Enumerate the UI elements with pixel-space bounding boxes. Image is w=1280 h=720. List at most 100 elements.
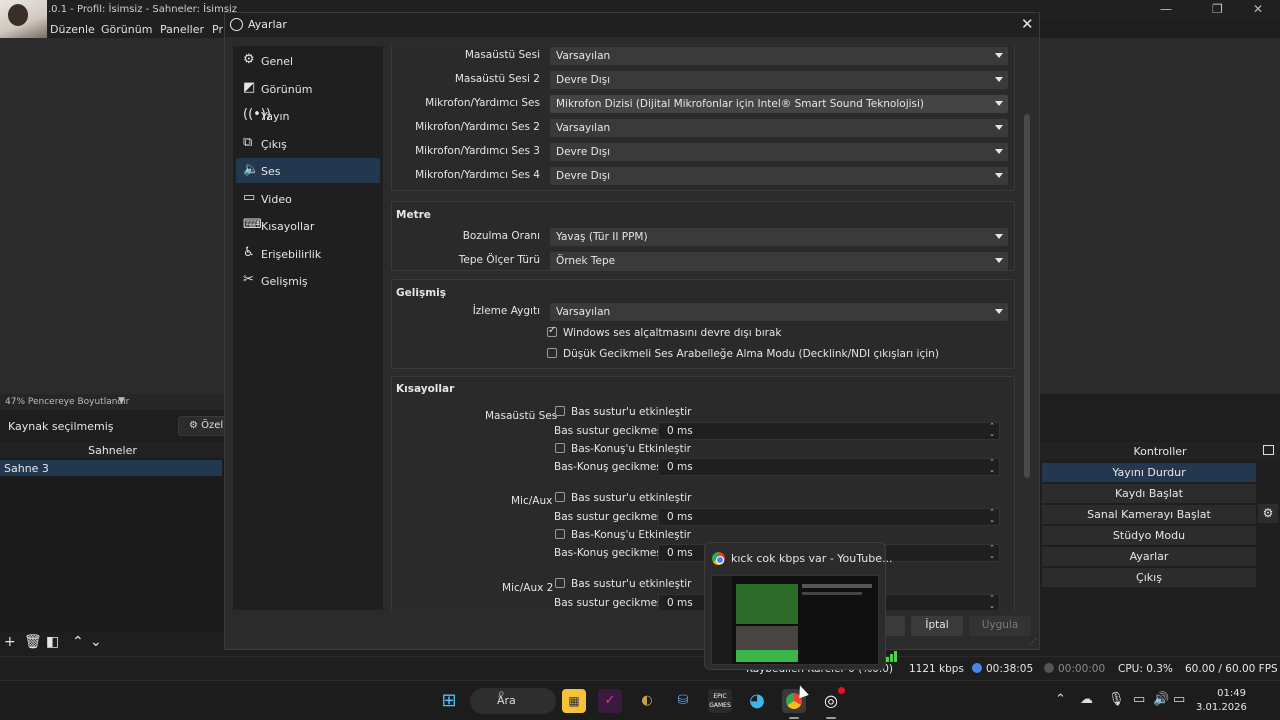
chevron-down-icon [995, 125, 1003, 130]
peak-meter-combo[interactable]: Örnek Tepe [550, 252, 1008, 270]
obs-active-indicator [826, 717, 836, 719]
steam-icon[interactable]: ⛁ [671, 689, 695, 713]
ptt-enable-checkbox[interactable] [555, 443, 565, 453]
ptt-enable-row[interactable]: Bas-Konuş'u Etkinleştir [555, 443, 691, 455]
battery-icon[interactable]: ▭ [1173, 692, 1185, 707]
mute-enable-row[interactable]: Bas sustur'u etkinleştir [555, 406, 691, 418]
ducking-checkbox-row[interactable]: Windows ses alçaltmasını devre dışı bıra… [547, 325, 781, 339]
mute-enable-row[interactable]: Bas sustur'u etkinleştir [555, 492, 691, 504]
record-time: 00:00:00 [1044, 663, 1105, 675]
filters-button[interactable]: ⚙ Özel [178, 416, 228, 436]
advanced-title: Gelişmiş [396, 287, 446, 299]
add-icon[interactable]: + [4, 634, 16, 650]
combo-value: Mikrofon Dizisi (Dijital Mikrofonlar içi… [556, 98, 925, 110]
mic-aux-combo[interactable]: Mikrofon Dizisi (Dijital Mikrofonlar içi… [550, 95, 1008, 113]
menu-profile[interactable]: Pr [212, 23, 223, 36]
nav-item-general[interactable]: ⚙ Genel [236, 48, 380, 73]
studio-mode-button[interactable]: Stüdyo Modu [1042, 526, 1256, 545]
maximize-icon[interactable]: ❐ [1212, 2, 1223, 16]
source-status: Kaynak seçilmemiş [8, 420, 114, 433]
nav-item-advanced[interactable]: ✂ Gelişmiş [236, 268, 380, 293]
nav-item-stream[interactable]: ((•)) Yayın [236, 103, 380, 128]
mute-enable-row[interactable]: Bas sustur'u etkinleştir [555, 578, 691, 590]
mic-aux-2-combo[interactable]: Varsayılan [550, 119, 1008, 137]
network-icon[interactable]: ▭ [1133, 692, 1145, 707]
resize-grip-icon[interactable]: ⋰ [1029, 637, 1037, 646]
apply-button[interactable]: Uygula [969, 616, 1031, 636]
mute-delay-spinbox[interactable]: 0 ms ⌃ ⌄ [658, 508, 1000, 526]
zoom-dropdown-icon[interactable]: ▼ [118, 396, 125, 406]
mute-delay-spinbox[interactable]: 0 ms ⌃ ⌄ [658, 422, 1000, 440]
microphone-icon[interactable]: 🎙 [1108, 692, 1125, 707]
game-icon[interactable]: ◐ [635, 689, 659, 713]
spin-arrows-icon[interactable]: ⌃ ⌄ [989, 594, 995, 610]
onedrive-icon[interactable]: ☁ [1080, 692, 1093, 707]
mute-enable-checkbox[interactable] [555, 492, 565, 502]
mute-delay-label: Bas sustur gecikmesi [554, 511, 666, 523]
app-icon[interactable]: ✓ [598, 689, 622, 713]
tray-chevron-icon[interactable]: ⌃ [1055, 692, 1066, 707]
scroll-thumb[interactable] [1024, 114, 1030, 478]
start-virtual-cam-button[interactable]: Sanal Kamerayı Başlat [1042, 505, 1256, 524]
mute-enable-checkbox[interactable] [555, 578, 565, 588]
taskbar-clock[interactable]: 01:49 3.01.2026 [1196, 687, 1247, 715]
decay-rate-combo[interactable]: Yavaş (Tür II PPM) [550, 228, 1008, 246]
close-icon[interactable]: ✕ [1021, 15, 1034, 33]
ducking-checkbox[interactable] [547, 325, 557, 337]
accessibility-icon: ♿ [243, 245, 255, 260]
nav-item-hotkeys[interactable]: ⌨ Kısayollar [236, 213, 380, 238]
combo-value: Devre Dışı [556, 74, 611, 86]
close-icon[interactable]: ✕ [1253, 2, 1263, 16]
spin-arrows-icon[interactable]: ⌃ ⌄ [989, 422, 995, 438]
mic-aux-3-combo[interactable]: Devre Dışı [550, 143, 1008, 161]
edge-icon[interactable]: ◕ [745, 689, 769, 713]
ptt-delay-spinbox[interactable]: 0 ms ⌃ ⌄ [658, 458, 1000, 476]
settings-button[interactable]: Ayarlar [1042, 547, 1256, 566]
scene-item[interactable]: Sahne 3 [0, 460, 222, 476]
nav-item-video[interactable]: ▭ Video [236, 186, 380, 211]
nav-item-audio[interactable]: 🔈 Ses [236, 158, 380, 183]
stop-stream-button[interactable]: Yayını Durdur [1042, 463, 1256, 482]
broadcast-icon: ((•)) [243, 107, 271, 122]
store-icon[interactable]: ▦ [562, 689, 586, 713]
nav-item-accessibility[interactable]: ♿ Erişebilirlik [236, 241, 380, 266]
exit-button[interactable]: Çıkış [1042, 568, 1256, 587]
mute-enable-checkbox[interactable] [555, 406, 565, 416]
ptt-enable-label: Bas-Konuş'u Etkinleştir [571, 443, 691, 455]
monitoring-device-combo[interactable]: Varsayılan [550, 303, 1008, 321]
move-down-icon[interactable]: ⌄ [90, 634, 102, 650]
spin-arrows-icon[interactable]: ⌃ ⌄ [989, 508, 995, 524]
taskbar-search[interactable]: Ara [470, 688, 556, 714]
undock-icon[interactable] [1263, 445, 1274, 455]
move-up-icon[interactable]: ⌃ [72, 634, 84, 650]
device-label: Masaüstü Sesi [464, 49, 540, 61]
cancel-button[interactable]: İptal [911, 616, 963, 636]
low-latency-checkbox-row[interactable]: Düşük Gecikmeli Ses Arabelleğe Alma Modu… [547, 348, 939, 360]
obs-taskbar-icon[interactable]: ◎ [819, 687, 845, 713]
content-scrollbar[interactable] [1023, 46, 1031, 610]
menu-view[interactable]: Görünüm [101, 23, 152, 36]
preview-area-right [1040, 38, 1280, 394]
nav-item-output[interactable]: ⧉ Çıkış [236, 131, 380, 156]
taskbar-thumbnail-preview[interactable]: kıck cok kbps var - YouTube... [704, 542, 893, 670]
mic-aux-4-combo[interactable]: Devre Dışı [550, 167, 1008, 185]
menu-edit[interactable]: Düzenle [50, 23, 95, 36]
menu-docks[interactable]: Paneller [160, 23, 204, 36]
ptt-enable-checkbox[interactable] [555, 529, 565, 539]
tools-icon: ✂ [243, 272, 254, 287]
windows-start-icon[interactable]: ⊞ [437, 689, 461, 713]
volume-icon[interactable]: 🔊 [1153, 692, 1169, 707]
desktop-audio-combo[interactable]: Varsayılan [550, 47, 1008, 65]
spin-arrows-icon[interactable]: ⌃ ⌄ [989, 458, 995, 474]
ptt-enable-row[interactable]: Bas-Konuş'u Etkinleştir [555, 529, 691, 541]
start-recording-button[interactable]: Kaydı Başlat [1042, 484, 1256, 503]
spin-arrows-icon[interactable]: ⌃ ⌄ [989, 544, 995, 560]
low-latency-checkbox[interactable] [547, 348, 557, 358]
minimize-icon[interactable]: — [1160, 2, 1172, 16]
nav-item-appearance[interactable]: ◩ Görünüm [236, 76, 380, 101]
desktop-audio-2-combo[interactable]: Devre Dışı [550, 71, 1008, 89]
trash-icon[interactable]: 🗑 [24, 634, 42, 650]
epic-games-icon[interactable]: EPIC GAMES [708, 689, 732, 713]
filter-icon[interactable]: ◧ [46, 634, 59, 650]
virtual-cam-gear-icon[interactable]: ⚙ [1258, 504, 1278, 523]
